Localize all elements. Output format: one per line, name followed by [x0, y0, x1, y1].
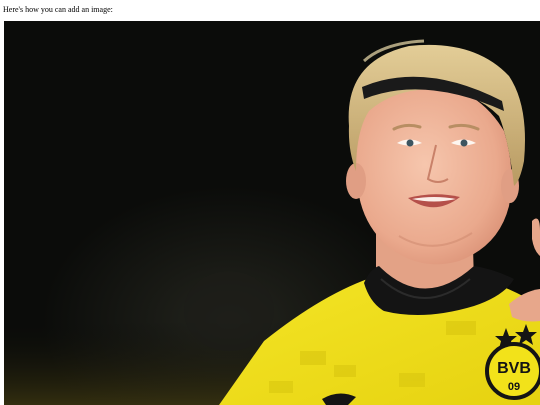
intro-text: Here's how you can add an image:: [3, 5, 113, 14]
crest-number: 09: [508, 381, 520, 393]
crest-text: BVB: [497, 360, 531, 377]
club-crest-icon: BVB 09: [485, 342, 540, 400]
photo-illustration: BVB 09: [4, 21, 540, 405]
embedded-photo: BVB 09: [4, 21, 540, 405]
